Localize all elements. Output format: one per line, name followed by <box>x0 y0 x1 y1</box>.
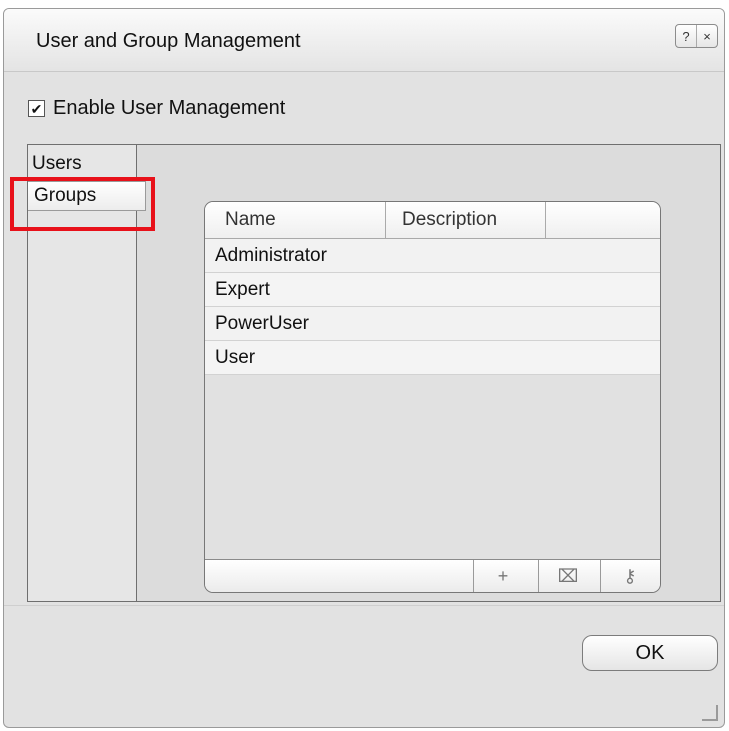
column-header-description[interactable]: Description <box>385 202 545 238</box>
key-icon: ⚷ <box>623 565 637 586</box>
user-group-management-dialog: User and Group Management ? × ✔ Enable U… <box>3 8 725 728</box>
groups-table: Name Description Administrator Expert Po… <box>204 201 661 593</box>
enable-user-management-checkbox[interactable]: ✔ <box>28 100 45 117</box>
enable-user-management-row[interactable]: ✔ Enable User Management <box>28 97 285 120</box>
title-buttons: ? × <box>675 24 718 48</box>
table-body: Administrator Expert PowerUser User <box>205 239 660 375</box>
highlight-box <box>10 177 155 231</box>
table-row[interactable]: User <box>205 341 660 375</box>
enable-user-management-label: Enable User Management <box>53 97 286 119</box>
delete-icon: ⌧ <box>557 565 579 586</box>
divider <box>4 605 724 606</box>
column-header-empty[interactable] <box>545 202 660 238</box>
plus-icon: + <box>497 565 509 586</box>
checkmark-icon: ✔ <box>30 100 43 117</box>
title-bar: User and Group Management ? × <box>4 9 724 72</box>
resize-grip-icon[interactable] <box>702 705 718 721</box>
help-icon[interactable]: ? <box>676 25 696 47</box>
sidebar-item-users[interactable]: Users <box>28 149 136 179</box>
delete-group-button[interactable]: ⌧ <box>538 560 597 592</box>
group-permissions-button[interactable]: ⚷ <box>600 560 659 592</box>
table-header: Name Description <box>205 202 660 239</box>
close-icon[interactable]: × <box>696 25 717 47</box>
table-footer: + ⌧ ⚷ <box>205 559 660 592</box>
column-header-name[interactable]: Name <box>225 202 385 238</box>
table-row[interactable]: PowerUser <box>205 307 660 341</box>
sidebar-item-label: Users <box>32 152 82 174</box>
ok-button[interactable]: OK <box>582 635 718 671</box>
table-row[interactable]: Administrator <box>205 239 660 273</box>
add-group-button[interactable]: + <box>473 560 532 592</box>
table-row[interactable]: Expert <box>205 273 660 307</box>
dialog-title: User and Group Management <box>36 30 301 52</box>
